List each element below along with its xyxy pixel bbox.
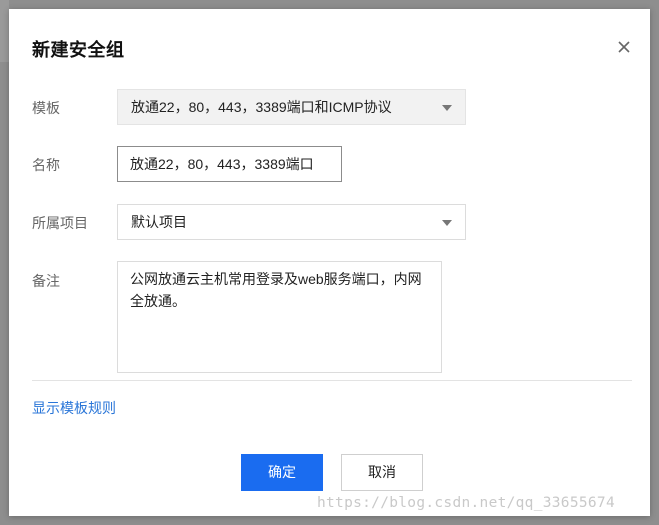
template-select-value: 放通22，80，443，3389端口和ICMP协议	[131, 99, 392, 115]
project-select[interactable]: 默认项目	[117, 204, 466, 240]
name-input[interactable]: 放通22，80，443，3389端口	[117, 146, 342, 182]
project-label: 所属项目	[32, 215, 88, 231]
background-page-fragment	[0, 0, 9, 62]
dialog-title: 新建安全组	[32, 40, 125, 60]
chevron-down-icon	[442, 105, 452, 111]
project-select-value: 默认项目	[131, 214, 187, 230]
cancel-button[interactable]: 取消	[341, 454, 423, 491]
remark-label: 备注	[32, 273, 60, 289]
close-icon[interactable]	[615, 38, 633, 56]
name-input-value: 放通22，80，443，3389端口	[130, 156, 314, 172]
remark-textarea-value: 公网放通云主机常用登录及web服务端口，内网全放通。	[130, 271, 422, 309]
show-template-rules-link[interactable]: 显示模板规则	[32, 398, 116, 418]
new-security-group-dialog: 新建安全组 模板 放通22，80，443，3389端口和ICMP协议 名称 放通…	[9, 9, 650, 516]
watermark-text: https://blog.csdn.net/qq_33655674	[317, 495, 615, 511]
template-select[interactable]: 放通22，80，443，3389端口和ICMP协议	[117, 89, 466, 125]
confirm-button[interactable]: 确定	[241, 454, 323, 491]
divider	[32, 380, 632, 381]
name-label: 名称	[32, 157, 60, 173]
remark-textarea[interactable]: 公网放通云主机常用登录及web服务端口，内网全放通。	[117, 261, 442, 373]
template-label: 模板	[32, 100, 60, 116]
chevron-down-icon	[442, 220, 452, 226]
